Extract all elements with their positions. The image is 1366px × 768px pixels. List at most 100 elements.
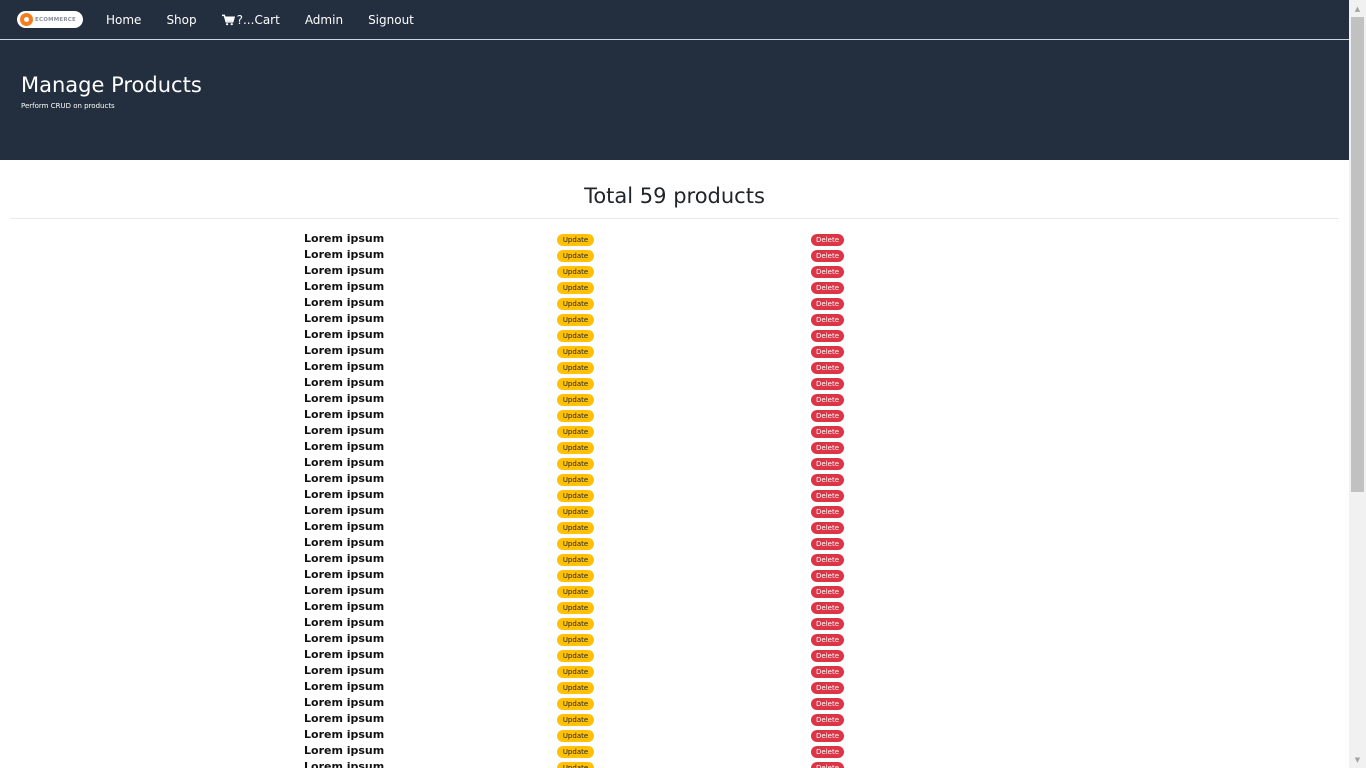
- delete-product-button[interactable]: Delete: [811, 394, 844, 406]
- update-product-button[interactable]: Update: [557, 746, 594, 758]
- update-product-button[interactable]: Update: [557, 410, 594, 422]
- product-name: Lorem ipsum: [304, 296, 385, 309]
- brand-text: ECOMMERCE: [35, 16, 77, 23]
- update-product-button[interactable]: Update: [557, 282, 594, 294]
- delete-product-button[interactable]: Delete: [811, 730, 844, 742]
- delete-product-button[interactable]: Delete: [811, 586, 844, 598]
- page-title: Manage Products: [21, 73, 202, 97]
- delete-product-button[interactable]: Delete: [811, 634, 844, 646]
- update-product-button[interactable]: Update: [557, 522, 594, 534]
- product-row: Lorem ipsum Update Delete: [0, 760, 1349, 768]
- update-product-button[interactable]: Update: [557, 634, 594, 646]
- update-product-button[interactable]: Update: [557, 762, 594, 768]
- delete-product-button[interactable]: Delete: [811, 378, 844, 390]
- product-name: Lorem ipsum: [304, 392, 385, 405]
- delete-product-button[interactable]: Delete: [811, 506, 844, 518]
- delete-product-button[interactable]: Delete: [811, 762, 844, 768]
- update-product-button[interactable]: Update: [557, 314, 594, 326]
- scroll-up-arrow-icon[interactable]: ▲: [1349, 0, 1366, 17]
- product-row: Lorem ipsum Update Delete: [0, 472, 1349, 488]
- update-product-button[interactable]: Update: [557, 506, 594, 518]
- update-product-button[interactable]: Update: [557, 490, 594, 502]
- delete-product-button[interactable]: Delete: [811, 362, 844, 374]
- update-product-button[interactable]: Update: [557, 554, 594, 566]
- update-product-button[interactable]: Update: [557, 266, 594, 278]
- update-product-button[interactable]: Update: [557, 394, 594, 406]
- delete-product-button[interactable]: Delete: [811, 570, 844, 582]
- update-product-button[interactable]: Update: [557, 538, 594, 550]
- update-product-button[interactable]: Update: [557, 474, 594, 486]
- update-product-button[interactable]: Update: [557, 250, 594, 262]
- update-product-button[interactable]: Update: [557, 426, 594, 438]
- delete-product-button[interactable]: Delete: [811, 442, 844, 454]
- update-product-button[interactable]: Update: [557, 730, 594, 742]
- update-product-button[interactable]: Update: [557, 378, 594, 390]
- delete-product-button[interactable]: Delete: [811, 698, 844, 710]
- delete-product-button[interactable]: Delete: [811, 746, 844, 758]
- brand-logo[interactable]: ECOMMERCE: [17, 11, 83, 28]
- product-name: Lorem ipsum: [304, 648, 385, 661]
- delete-product-button[interactable]: Delete: [811, 314, 844, 326]
- update-product-button[interactable]: Update: [557, 362, 594, 374]
- delete-product-button[interactable]: Delete: [811, 554, 844, 566]
- delete-product-button[interactable]: Delete: [811, 266, 844, 278]
- delete-product-button[interactable]: Delete: [811, 490, 844, 502]
- product-name: Lorem ipsum: [304, 744, 385, 757]
- update-product-button[interactable]: Update: [557, 650, 594, 662]
- update-product-button[interactable]: Update: [557, 298, 594, 310]
- delete-product-button[interactable]: Delete: [811, 346, 844, 358]
- page: ECOMMERCE Home Shop ?...Cart Admin Signo…: [0, 0, 1349, 768]
- delete-product-button[interactable]: Delete: [811, 282, 844, 294]
- nav-cart-link[interactable]: ?...Cart: [221, 12, 280, 27]
- vertical-scrollbar[interactable]: ▲ ▼: [1349, 0, 1366, 768]
- delete-product-button[interactable]: Delete: [811, 522, 844, 534]
- update-product-button[interactable]: Update: [557, 602, 594, 614]
- update-product-button[interactable]: Update: [557, 346, 594, 358]
- product-row: Lorem ipsum Update Delete: [0, 696, 1349, 712]
- update-product-button[interactable]: Update: [557, 666, 594, 678]
- delete-product-button[interactable]: Delete: [811, 714, 844, 726]
- delete-product-button[interactable]: Delete: [811, 474, 844, 486]
- delete-product-button[interactable]: Delete: [811, 458, 844, 470]
- update-product-button[interactable]: Update: [557, 442, 594, 454]
- delete-product-button[interactable]: Delete: [811, 666, 844, 678]
- product-row: Lorem ipsum Update Delete: [0, 280, 1349, 296]
- delete-product-button[interactable]: Delete: [811, 682, 844, 694]
- nav-signout-link[interactable]: Signout: [368, 13, 414, 27]
- update-product-button[interactable]: Update: [557, 698, 594, 710]
- nav-signout-label: Signout: [368, 12, 414, 27]
- product-row: Lorem ipsum Update Delete: [0, 392, 1349, 408]
- delete-product-button[interactable]: Delete: [811, 250, 844, 262]
- update-product-button[interactable]: Update: [557, 458, 594, 470]
- scrollbar-thumb[interactable]: [1351, 17, 1364, 492]
- product-name: Lorem ipsum: [304, 552, 385, 565]
- product-row: Lorem ipsum Update Delete: [0, 312, 1349, 328]
- delete-product-button[interactable]: Delete: [811, 426, 844, 438]
- product-row: Lorem ipsum Update Delete: [0, 360, 1349, 376]
- delete-product-button[interactable]: Delete: [811, 234, 844, 246]
- product-name: Lorem ipsum: [304, 568, 385, 581]
- delete-product-button[interactable]: Delete: [811, 650, 844, 662]
- update-product-button[interactable]: Update: [557, 570, 594, 582]
- delete-product-button[interactable]: Delete: [811, 298, 844, 310]
- delete-product-button[interactable]: Delete: [811, 618, 844, 630]
- nav-shop-link[interactable]: Shop: [166, 13, 196, 27]
- product-row: Lorem ipsum Update Delete: [0, 232, 1349, 248]
- product-row: Lorem ipsum Update Delete: [0, 424, 1349, 440]
- update-product-button[interactable]: Update: [557, 618, 594, 630]
- update-product-button[interactable]: Update: [557, 330, 594, 342]
- nav-cart-label: ?...Cart: [236, 12, 280, 27]
- product-name: Lorem ipsum: [304, 616, 385, 629]
- update-product-button[interactable]: Update: [557, 234, 594, 246]
- delete-product-button[interactable]: Delete: [811, 602, 844, 614]
- nav-home-link[interactable]: Home: [106, 13, 141, 27]
- scroll-down-arrow-icon[interactable]: ▼: [1349, 751, 1366, 768]
- update-product-button[interactable]: Update: [557, 586, 594, 598]
- delete-product-button[interactable]: Delete: [811, 538, 844, 550]
- update-product-button[interactable]: Update: [557, 714, 594, 726]
- update-product-button[interactable]: Update: [557, 682, 594, 694]
- nav-admin-link[interactable]: Admin: [305, 13, 343, 27]
- delete-product-button[interactable]: Delete: [811, 330, 844, 342]
- delete-product-button[interactable]: Delete: [811, 410, 844, 422]
- product-name: Lorem ipsum: [304, 232, 385, 245]
